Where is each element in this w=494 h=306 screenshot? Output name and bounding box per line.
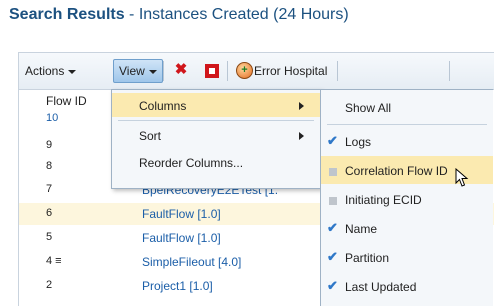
toolbar-separator bbox=[163, 61, 164, 81]
page-title: Search Results - Instances Created (24 H… bbox=[9, 6, 349, 24]
error-hospital-button[interactable]: Error Hospital bbox=[254, 61, 327, 81]
error-hospital-icon[interactable]: + bbox=[236, 62, 253, 79]
submenu-item-last-updated[interactable]: ✔ Last Updated bbox=[321, 272, 493, 300]
toolbar-separator bbox=[337, 61, 338, 81]
flow-id-cell: 9 bbox=[46, 139, 53, 151]
submenu-item-label: Logs bbox=[345, 135, 372, 149]
mouse-pointer-icon bbox=[455, 168, 469, 187]
menu-item-label: Sort bbox=[139, 129, 162, 143]
flow-id-cell: 5 bbox=[46, 231, 53, 243]
menu-item-label: Columns bbox=[139, 99, 187, 113]
chevron-right-icon bbox=[299, 102, 304, 110]
page-title-main: Search Results bbox=[9, 6, 125, 23]
menu-separator bbox=[327, 124, 487, 125]
toolbar-separator bbox=[449, 61, 450, 81]
checkmark-icon: ✔ bbox=[327, 278, 338, 293]
checkmark-icon: ✔ bbox=[327, 220, 338, 235]
stop-icon[interactable] bbox=[205, 64, 219, 78]
toolbar: Actions View ✖ + Error Hospital bbox=[19, 53, 494, 90]
name-cell[interactable]: FaultFlow [1.0] bbox=[142, 207, 221, 221]
name-cell[interactable]: SimpleFileout [4.0] bbox=[142, 255, 241, 269]
submenu-item-partition[interactable]: ✔ Partition bbox=[321, 243, 493, 271]
unchecked-box-icon bbox=[329, 197, 337, 205]
chevron-right-icon bbox=[299, 132, 304, 140]
flow-id-cell: 2 bbox=[46, 279, 53, 291]
view-label: View bbox=[119, 64, 145, 78]
unchecked-box-icon bbox=[329, 168, 337, 176]
submenu-item-label: Last Updated bbox=[345, 280, 417, 294]
flow-id-cell: 4 ≡ bbox=[46, 255, 62, 267]
menu-item-reorder-columns[interactable]: Reorder Columns... bbox=[112, 150, 321, 174]
flow-id-cell: 7 bbox=[46, 183, 53, 195]
menu-item-label: Reorder Columns... bbox=[139, 156, 244, 170]
checkmark-icon: ✔ bbox=[327, 249, 338, 264]
columns-submenu: Show All ✔ Logs Correlation Flow ID Init… bbox=[320, 89, 493, 306]
flow-id-cell: 10 bbox=[46, 112, 59, 124]
flow-id-column-header[interactable]: Flow ID bbox=[46, 94, 87, 108]
menu-item-columns[interactable]: Columns bbox=[112, 93, 321, 117]
actions-menu-button[interactable]: Actions bbox=[25, 61, 77, 81]
submenu-item-label: Correlation Flow ID bbox=[345, 164, 448, 178]
actions-label: Actions bbox=[25, 64, 65, 78]
menu-item-sort[interactable]: Sort bbox=[112, 123, 321, 147]
submenu-item-name[interactable]: ✔ Name bbox=[321, 214, 493, 242]
chevron-down-icon bbox=[148, 69, 157, 74]
abort-x-icon[interactable]: ✖ bbox=[174, 62, 188, 77]
submenu-item-initiating-ecid[interactable]: Initiating ECID bbox=[321, 185, 493, 213]
flow-id-cell: 6 bbox=[46, 207, 53, 219]
flow-id-cell: 8 bbox=[46, 160, 53, 172]
menu-separator bbox=[118, 120, 314, 121]
name-cell[interactable]: Project1 [1.0] bbox=[142, 279, 213, 293]
submenu-item-show-all[interactable]: Show All bbox=[321, 93, 493, 121]
submenu-item-logs[interactable]: ✔ Logs bbox=[321, 127, 493, 155]
view-menu: Columns Sort Reorder Columns... bbox=[111, 89, 322, 189]
page-title-subtitle: - Instances Created (24 Hours) bbox=[124, 6, 349, 23]
submenu-item-label: Partition bbox=[345, 251, 390, 265]
name-cell[interactable]: FaultFlow [1.0] bbox=[142, 231, 221, 245]
checkmark-icon: ✔ bbox=[327, 133, 338, 148]
submenu-item-label: Initiating ECID bbox=[345, 193, 422, 207]
submenu-item-label: Name bbox=[345, 222, 378, 236]
view-menu-button[interactable]: View bbox=[113, 59, 163, 83]
submenu-item-label: Show All bbox=[345, 101, 392, 115]
toolbar-separator bbox=[227, 61, 228, 81]
chevron-down-icon bbox=[68, 69, 77, 74]
